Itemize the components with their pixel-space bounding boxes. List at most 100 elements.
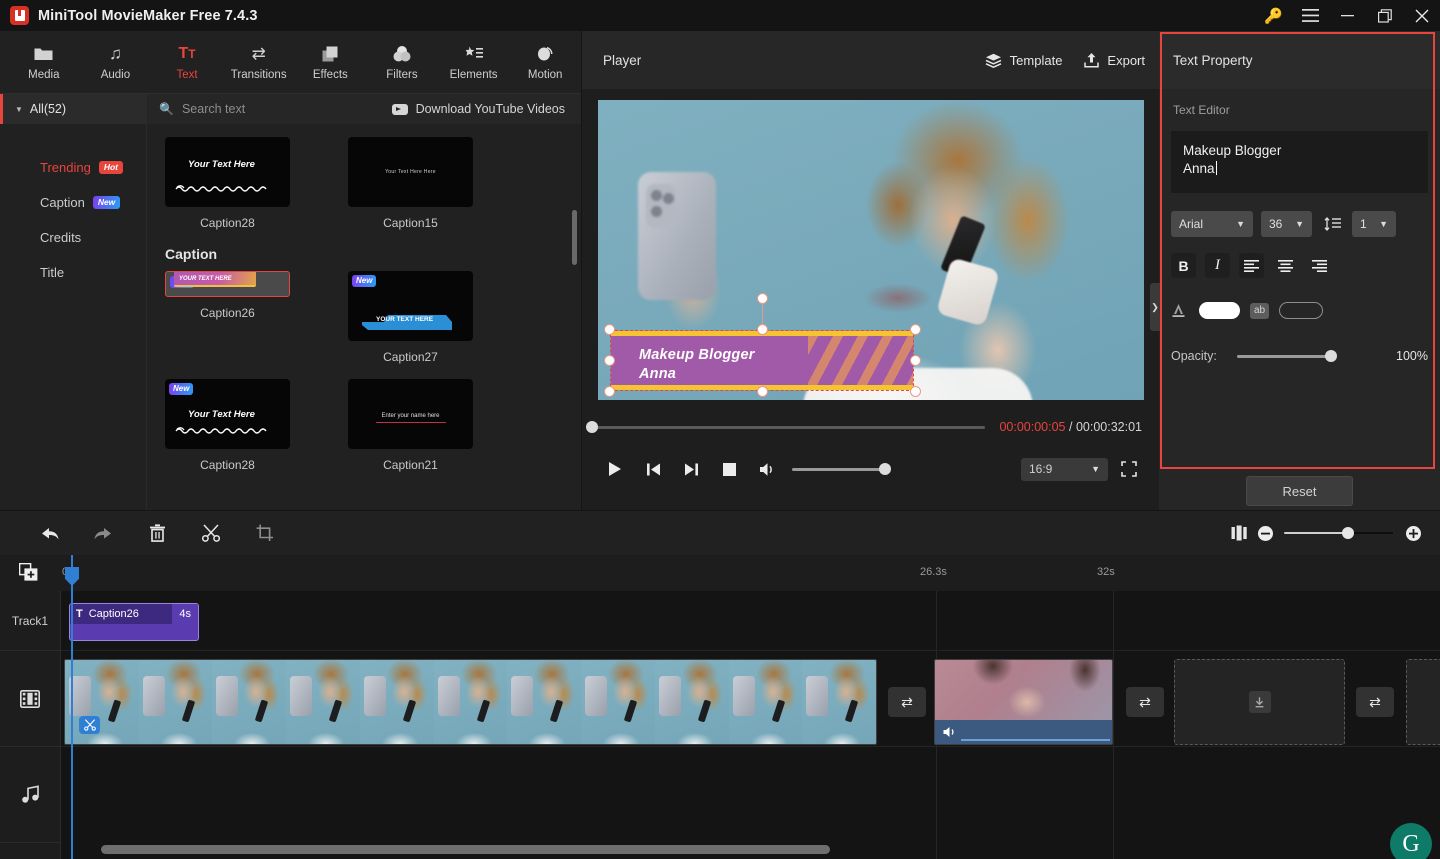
track-divider <box>61 746 1440 747</box>
minimize-icon[interactable] <box>1329 0 1366 31</box>
timeline-video-clip-2[interactable] <box>934 659 1113 745</box>
mode-motion[interactable]: Motion <box>509 33 581 91</box>
redo-button[interactable] <box>76 516 130 550</box>
video-track: ⇄ ⇄ ⇄ <box>61 651 1440 746</box>
hot-badge: Hot <box>98 160 123 175</box>
text-overlay-object[interactable]: Makeup Blogger Anna <box>604 292 921 397</box>
timeline-horizontal-scrollbar[interactable] <box>0 843 1440 856</box>
zoom-out-button[interactable] <box>1252 520 1278 546</box>
resize-handle-ml[interactable] <box>604 354 615 366</box>
resize-handle-bc[interactable] <box>757 385 768 397</box>
category-credits[interactable]: Credits <box>0 220 146 255</box>
rotate-handle[interactable] <box>757 292 768 304</box>
volume-slider[interactable] <box>792 463 891 475</box>
export-button[interactable]: Export <box>1084 52 1145 68</box>
template-item[interactable]: New YOUR TEXT HERE Caption26 <box>165 271 290 364</box>
play-button[interactable] <box>596 453 634 485</box>
scrollbar-thumb[interactable] <box>101 845 830 854</box>
transition-slot-1[interactable]: ⇄ <box>888 687 926 717</box>
stop-button[interactable] <box>710 453 748 485</box>
resize-handle-mr[interactable] <box>910 354 921 366</box>
template-thumbnail[interactable]: Your Text Here Here <box>348 137 473 207</box>
template-item[interactable]: Your Text Here Here Caption15 <box>348 137 473 230</box>
fullscreen-icon[interactable] <box>1112 454 1146 484</box>
maximize-icon[interactable] <box>1366 0 1403 31</box>
menu-icon[interactable] <box>1292 0 1329 31</box>
transition-slot-3[interactable]: ⇄ <box>1356 687 1394 717</box>
download-youtube-button[interactable]: Download YouTube Videos <box>391 102 581 116</box>
crop-button[interactable] <box>238 516 292 550</box>
mode-elements[interactable]: Elements <box>438 33 510 91</box>
split-button[interactable] <box>184 516 238 550</box>
close-icon[interactable] <box>1403 0 1440 31</box>
next-frame-button[interactable] <box>672 453 710 485</box>
playhead[interactable] <box>65 555 79 859</box>
mode-transitions[interactable]: ⇄ Transitions <box>223 33 295 91</box>
mode-text[interactable]: TT Text <box>151 33 223 91</box>
template-grid-scrollbar[interactable] <box>572 210 577 265</box>
template-item[interactable]: New YOUR TEXT HERE Caption27 <box>348 271 473 364</box>
media-dropzone-2[interactable] <box>1406 659 1440 745</box>
chevron-down-icon: ▼ <box>1091 464 1100 474</box>
mode-audio[interactable]: ♫ Audio <box>80 33 152 91</box>
template-item[interactable]: New Your Text Here Caption28 <box>165 379 290 472</box>
template-grid: Your Text Here Caption28 Your Text Here … <box>147 124 581 510</box>
ruler-mark: 32s <box>1097 566 1115 578</box>
phone-prop <box>638 171 716 300</box>
all-filter[interactable]: ▼ All(52) <box>0 93 147 125</box>
chevron-down-icon: ▼ <box>15 104 23 114</box>
track-header-text[interactable]: Track1 <box>0 591 60 651</box>
zoom-slider[interactable] <box>1284 527 1394 540</box>
resize-handle-tl[interactable] <box>604 323 615 335</box>
template-button[interactable]: Template <box>985 52 1063 68</box>
template-thumbnail-selected[interactable]: New YOUR TEXT HERE <box>165 271 290 297</box>
split-view-icon[interactable] <box>1226 520 1252 546</box>
category-title[interactable]: Title <box>0 255 146 290</box>
category-caption[interactable]: Caption New <box>0 185 146 220</box>
mode-effects[interactable]: Effects <box>295 33 367 91</box>
template-thumbnail[interactable]: New Your Text Here <box>165 379 290 449</box>
progress-knob[interactable] <box>586 421 598 433</box>
key-icon[interactable]: 🔑 <box>1255 0 1292 31</box>
transitions-icon: ⇄ <box>251 43 266 63</box>
template-thumbnail[interactable]: Your Text Here <box>165 137 290 207</box>
template-item[interactable]: Enter your name here Caption21 <box>348 379 473 472</box>
previous-frame-button[interactable] <box>634 453 672 485</box>
mode-transitions-label: Transitions <box>230 68 287 81</box>
track-header-audio[interactable] <box>0 747 60 843</box>
mode-filters[interactable]: Filters <box>366 33 438 91</box>
split-badge-icon[interactable] <box>79 716 100 734</box>
collapse-panel-handle[interactable]: ❯ <box>1150 283 1160 331</box>
timeline-text-clip[interactable]: T Caption26 4s <box>69 603 199 641</box>
track-header-video[interactable] <box>0 651 60 747</box>
template-thumbnail[interactable]: New YOUR TEXT HERE <box>348 271 473 341</box>
timeline-video-clip[interactable] <box>64 659 877 745</box>
mode-media[interactable]: Media <box>8 33 80 91</box>
transitions-icon: ⇄ <box>901 693 913 710</box>
category-trending[interactable]: Trending Hot <box>0 150 146 185</box>
total-time: 00:00:32:01 <box>1075 420 1142 434</box>
undo-button[interactable] <box>22 516 76 550</box>
transition-slot-2[interactable]: ⇄ <box>1126 687 1164 717</box>
zoom-in-button[interactable] <box>1400 520 1426 546</box>
delete-button[interactable] <box>130 516 184 550</box>
add-track-icon[interactable] <box>19 563 38 581</box>
volume-icon[interactable] <box>748 453 786 485</box>
media-dropzone[interactable] <box>1174 659 1345 745</box>
template-button-label: Template <box>1009 52 1063 68</box>
template-item[interactable]: Your Text Here Caption28 <box>165 137 290 230</box>
search-bar[interactable]: 🔍 Download YouTube Videos <box>147 93 581 125</box>
resize-handle-bl[interactable] <box>604 385 615 397</box>
reset-button[interactable]: Reset <box>1246 476 1353 506</box>
search-input[interactable] <box>181 102 362 116</box>
resize-handle-tc[interactable] <box>757 323 768 335</box>
resize-handle-br[interactable] <box>910 385 921 397</box>
video-canvas[interactable]: Makeup Blogger Anna <box>598 99 1144 400</box>
timeline-ruler[interactable]: 0s 26.3s 32s <box>0 555 1440 591</box>
aspect-ratio-select[interactable]: 16:9 ▼ <box>1021 457 1108 481</box>
zoom-slider-knob[interactable] <box>1342 527 1354 540</box>
resize-handle-tr[interactable] <box>910 323 921 335</box>
volume-knob[interactable] <box>879 463 891 475</box>
template-thumbnail[interactable]: Enter your name here <box>348 379 473 449</box>
progress-slider[interactable] <box>586 421 986 433</box>
